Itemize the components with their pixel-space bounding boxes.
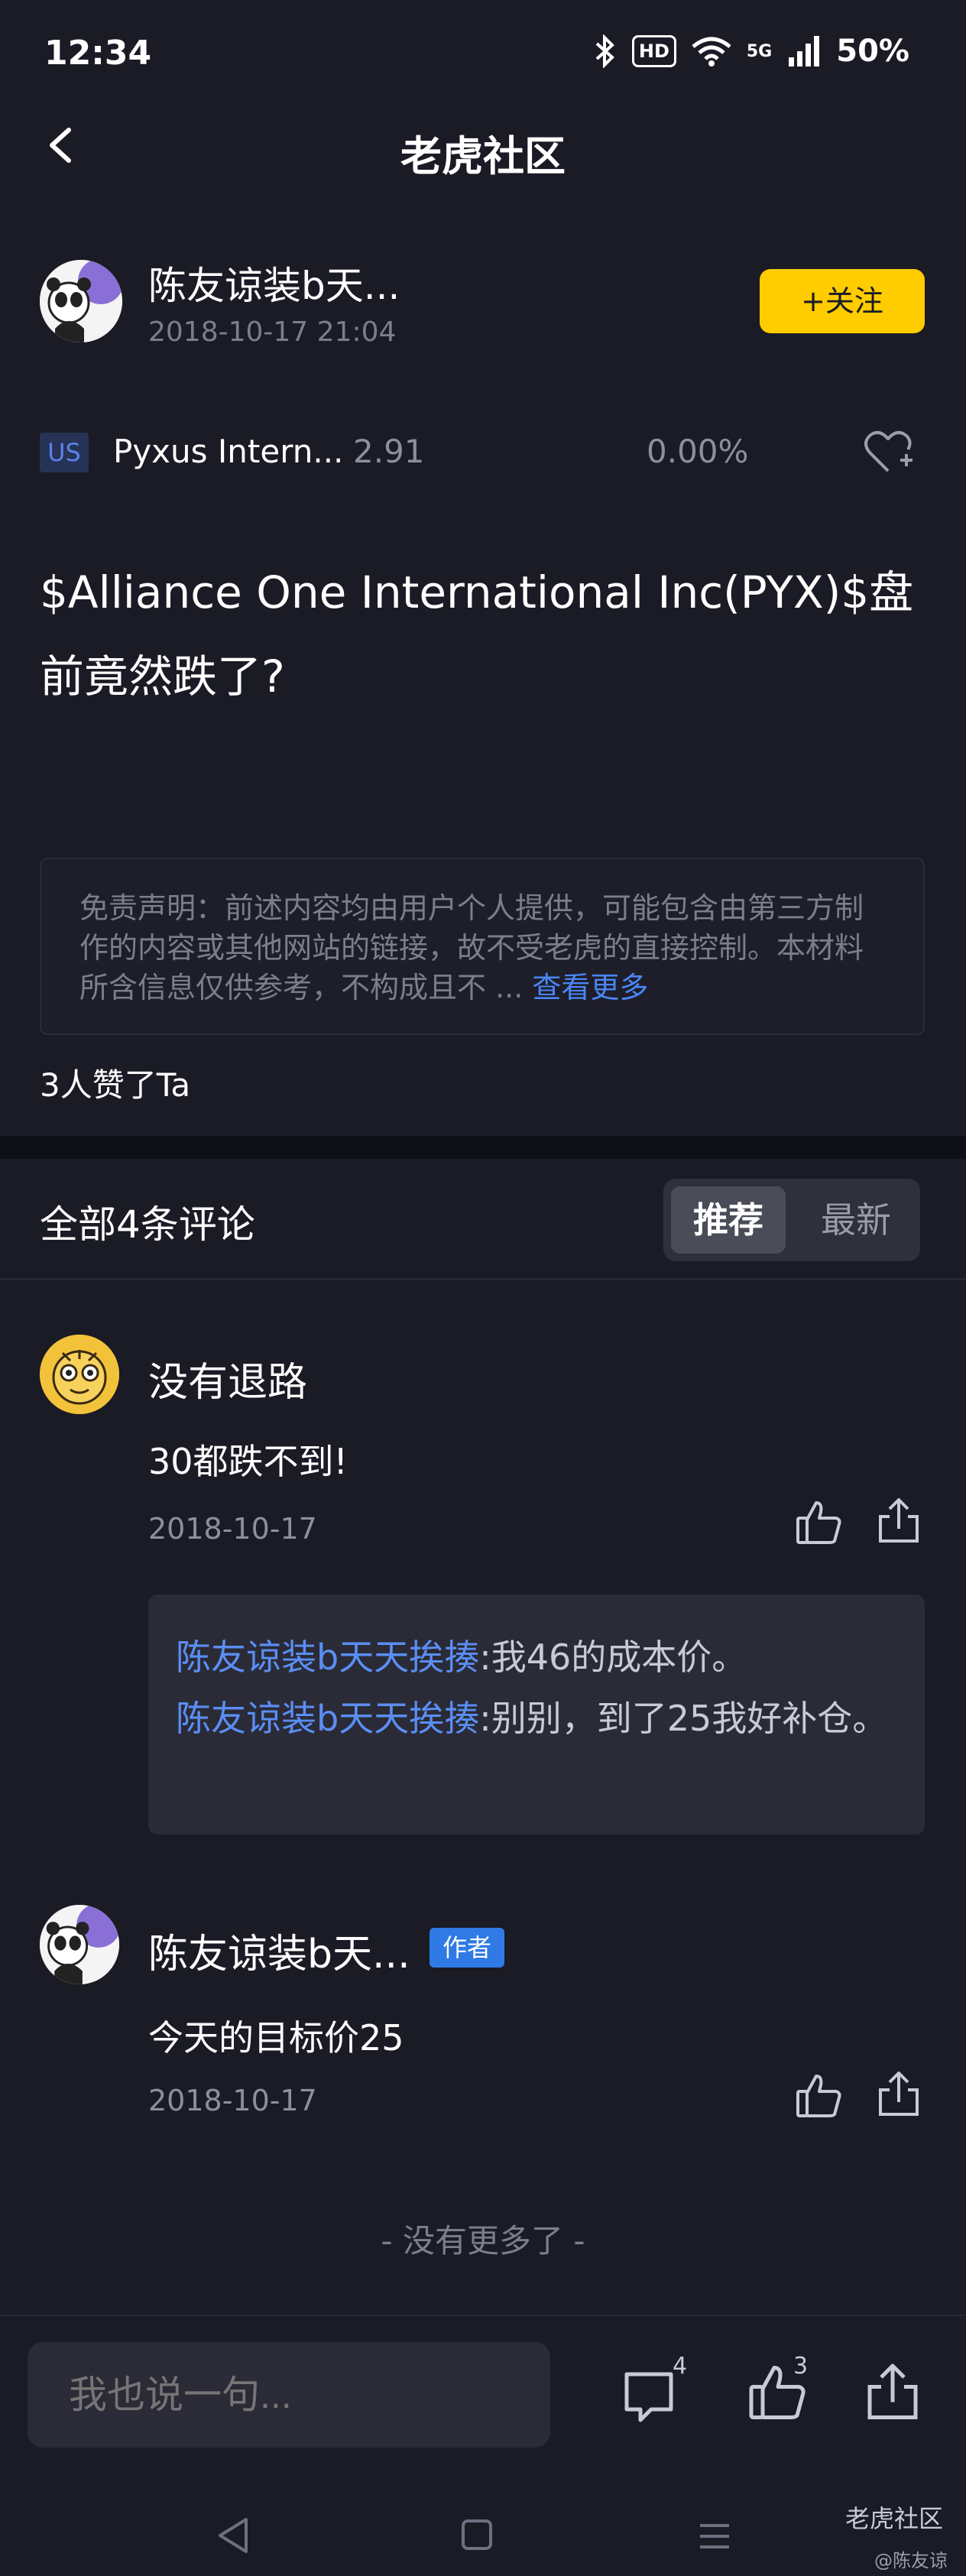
watchlist-heart-icon[interactable] bbox=[862, 427, 914, 477]
author-badge: 作者 bbox=[430, 1928, 504, 1968]
comments-title: 全部4条评论 bbox=[40, 1202, 255, 1247]
divider bbox=[0, 1278, 966, 1280]
reply-separator: : bbox=[479, 1637, 491, 1678]
author-name[interactable]: 陈友谅装b天... bbox=[148, 255, 400, 310]
nav-menu-icon[interactable] bbox=[697, 2521, 732, 2552]
comment-input[interactable] bbox=[28, 2342, 550, 2448]
nav-back-icon[interactable] bbox=[216, 2516, 251, 2555]
share-icon[interactable] bbox=[876, 2070, 922, 2119]
comment-text: 30都跌不到! bbox=[148, 1441, 348, 1482]
panda-avatar-icon bbox=[40, 1905, 119, 1984]
commenter-name[interactable]: 没有退路 bbox=[148, 1350, 307, 1407]
status-bar: 12:34 HD 5G 50% bbox=[0, 0, 966, 115]
wifi-icon bbox=[692, 37, 731, 67]
thumbs-up-icon[interactable] bbox=[795, 1498, 844, 1547]
post-date: 2018-10-17 21:04 bbox=[148, 316, 397, 348]
reply-separator: : bbox=[479, 1698, 491, 1739]
share-icon[interactable] bbox=[862, 2362, 923, 2423]
stock-change: 0.00% bbox=[647, 433, 749, 470]
watermark-user: @陈友谅 bbox=[874, 2550, 948, 2571]
nav-home-icon[interactable] bbox=[460, 2518, 494, 2552]
likes-summary[interactable]: 3人赞了Ta bbox=[40, 1059, 190, 1106]
commenter-name[interactable]: 陈友谅装b天... bbox=[148, 1922, 410, 1979]
market-badge: US bbox=[40, 433, 89, 472]
replies-box: 陈友谅装b天天挨揍:我46的成本价。 陈友谅装b天天挨揍:别别，到了25我好补仓… bbox=[148, 1595, 925, 1835]
no-more-text: - 没有更多了 - bbox=[381, 2222, 585, 2260]
reply-item[interactable]: 陈友谅装b天天挨揍:别别，到了25我好补仓。 bbox=[176, 1688, 897, 1749]
tab-recommended[interactable]: 推荐 bbox=[671, 1186, 786, 1254]
network-type: 5G bbox=[746, 41, 773, 61]
disclaimer-text: 免责声明：前述内容均由用户个人提供，可能包含由第三方制作的内容或其他网站的链接，… bbox=[79, 891, 864, 1004]
post-content: $Alliance One International Inc(PYX)$盘前竟… bbox=[40, 566, 914, 702]
status-icons: HD 5G 50% bbox=[594, 34, 909, 69]
see-more-link[interactable]: 查看更多 bbox=[532, 971, 648, 1004]
watermark-brand: 老虎社区 bbox=[844, 2504, 943, 2533]
reply-text: 我46的成本价。 bbox=[491, 1637, 747, 1678]
commenter-avatar[interactable] bbox=[40, 1905, 119, 1984]
comment-date: 2018-10-17 bbox=[148, 1512, 317, 1546]
comment-text: 今天的目标价25 bbox=[148, 2017, 404, 2059]
battery-level: 50% bbox=[836, 34, 909, 69]
page-title: 老虎社区 bbox=[400, 132, 566, 180]
status-time: 12:34 bbox=[44, 34, 152, 73]
panda-avatar-icon bbox=[40, 260, 122, 342]
share-icon[interactable] bbox=[876, 1497, 922, 1546]
reply-author[interactable]: 陈友谅装b天天挨揍 bbox=[176, 1637, 479, 1678]
disclaimer-box: 免责声明：前述内容均由用户个人提供，可能包含由第三方制作的内容或其他网站的链接，… bbox=[40, 858, 925, 1035]
tab-latest[interactable]: 最新 bbox=[795, 1186, 917, 1254]
system-nav-bar bbox=[0, 2497, 966, 2574]
hd-icon: HD bbox=[631, 35, 676, 67]
commenter-avatar[interactable] bbox=[40, 1335, 119, 1414]
like-count: 3 bbox=[793, 2353, 809, 2380]
signal-icon bbox=[789, 36, 820, 67]
reply-item[interactable]: 陈友谅装b天天挨揍:我46的成本价。 bbox=[176, 1627, 897, 1688]
follow-button[interactable]: +关注 bbox=[760, 269, 925, 333]
tiger-avatar-icon bbox=[40, 1335, 119, 1414]
comment-count: 4 bbox=[673, 2353, 688, 2380]
stock-name[interactable]: Pyxus Intern... bbox=[113, 433, 343, 470]
author-avatar[interactable] bbox=[40, 260, 122, 342]
reply-text: 别别，到了25我好补仓。 bbox=[491, 1698, 888, 1739]
section-divider bbox=[0, 1136, 966, 1159]
reply-author[interactable]: 陈友谅装b天天挨揍 bbox=[176, 1698, 479, 1739]
stock-price: 2.91 bbox=[353, 433, 425, 470]
thumbs-up-icon[interactable] bbox=[795, 2072, 844, 2120]
bluetooth-icon bbox=[595, 34, 614, 68]
comment-date: 2018-10-17 bbox=[148, 2084, 317, 2117]
